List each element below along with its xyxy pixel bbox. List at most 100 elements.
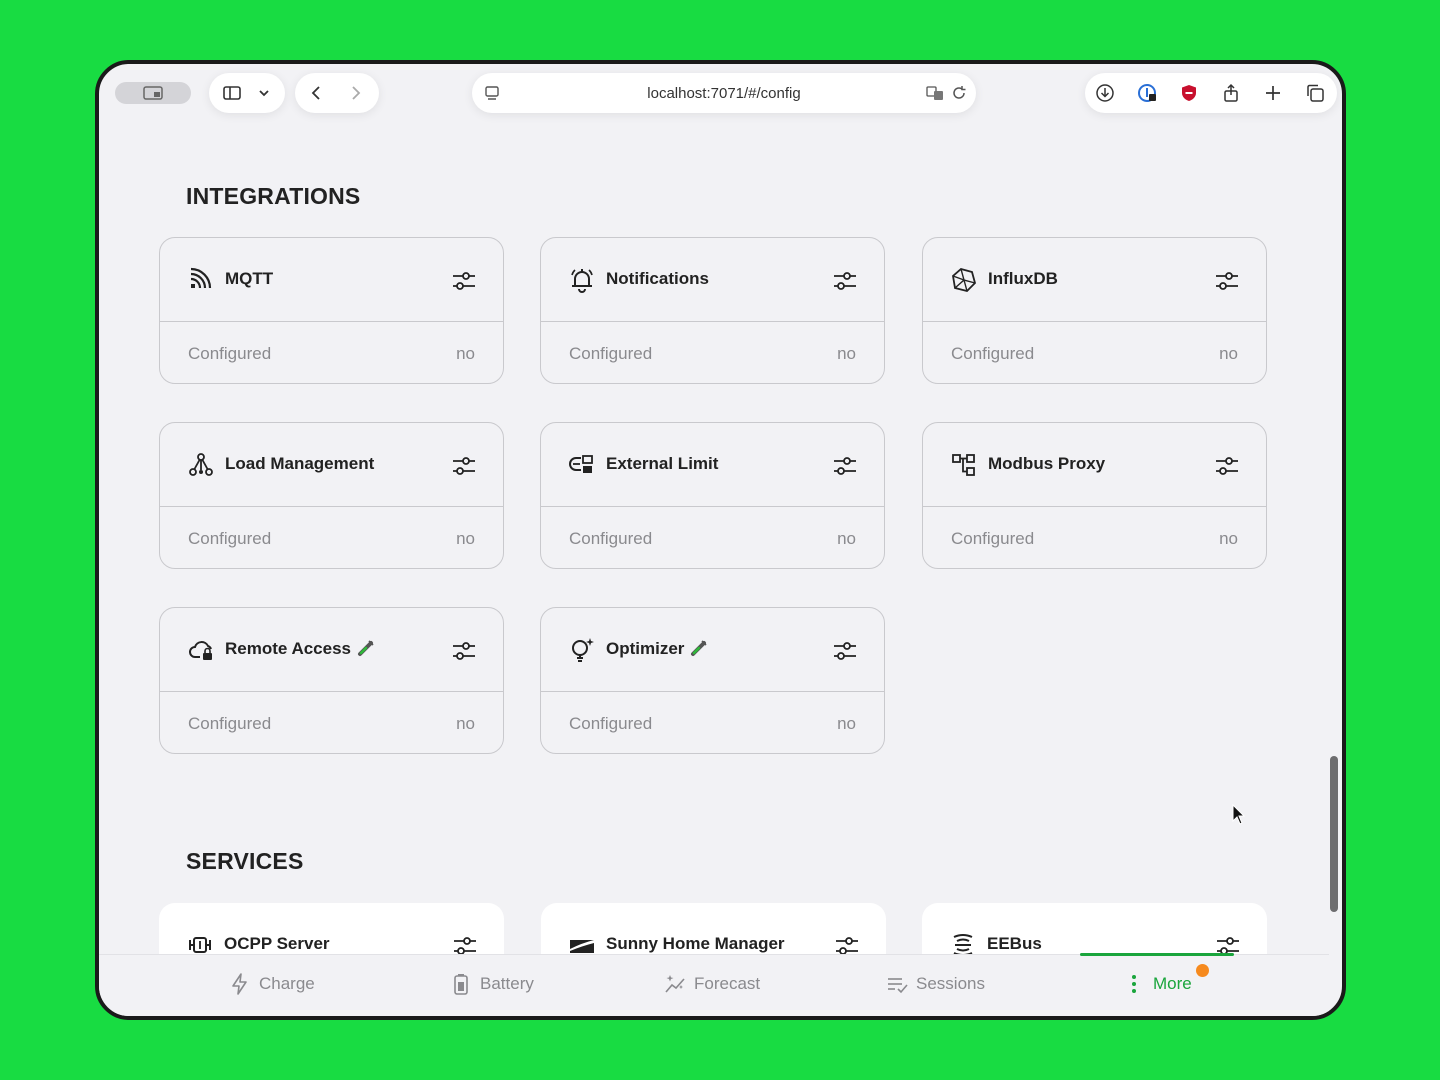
card-title: InfluxDB — [988, 269, 1058, 288]
configured-label: Configured — [569, 529, 653, 548]
integration-card-notifications[interactable]: Notifications Configured no — [540, 237, 885, 384]
card-title-text: Optimizer — [606, 639, 685, 658]
service-card-eebus[interactable]: EEBus — [922, 903, 1267, 958]
shield-icon[interactable] — [1178, 82, 1200, 104]
card-header: Remote Access — [160, 608, 503, 692]
settings-sliders-icon[interactable] — [1214, 453, 1240, 479]
nav-charge[interactable]: Charge — [229, 973, 315, 995]
card-header: Optimizer — [541, 608, 884, 692]
battery-icon — [454, 974, 468, 995]
integration-card-load-management[interactable]: Load Management Configured no — [159, 422, 504, 569]
configured-value: no — [1219, 529, 1238, 548]
nav-more[interactable]: More — [1123, 964, 1209, 995]
download-icon[interactable] — [1094, 82, 1116, 104]
profile-button[interactable] — [115, 82, 191, 104]
integration-card-modbus-proxy[interactable]: Modbus Proxy Configured no — [922, 422, 1267, 569]
notification-badge — [1196, 964, 1209, 977]
mqtt-icon — [188, 267, 214, 293]
history-nav-group — [295, 73, 379, 113]
settings-sliders-icon[interactable] — [451, 268, 477, 294]
load-management-icon — [188, 452, 214, 478]
experimental-flask-icon — [691, 640, 707, 656]
card-title-text: Remote Access — [225, 639, 351, 658]
modbus-proxy-icon — [951, 452, 977, 478]
service-card-sunny-home-manager[interactable]: Sunny Home Manager — [541, 903, 886, 958]
integration-card-influxdb[interactable]: InfluxDB Configured no — [922, 237, 1267, 384]
nav-label: Battery — [480, 974, 534, 993]
browser-actions — [1085, 73, 1337, 113]
settings-sliders-icon[interactable] — [451, 453, 477, 479]
address-bar[interactable]: localhost:7071/#/config — [472, 73, 976, 113]
settings-sliders-icon[interactable] — [832, 453, 858, 479]
card-title: External Limit — [606, 454, 719, 473]
card-header: Modbus Proxy — [923, 423, 1266, 507]
new-tab-icon[interactable] — [1262, 82, 1284, 104]
page-scrollbar[interactable] — [1330, 756, 1338, 912]
card-header: External Limit — [541, 423, 884, 507]
card-title: Load Management — [225, 454, 375, 473]
integration-card-external-limit[interactable]: External Limit Configured no — [540, 422, 885, 569]
password-manager-icon[interactable] — [1136, 82, 1158, 104]
integration-card-remote-access[interactable]: Remote Access Configured no — [159, 607, 504, 754]
mouse-cursor-icon — [1232, 804, 1246, 825]
card-header: InfluxDB — [923, 238, 1266, 322]
configured-label: Configured — [569, 344, 653, 363]
services-heading: SERVICES — [186, 848, 304, 874]
bottom-navigation: Charge Battery Forecast Sessions More — [99, 953, 1329, 1016]
configured-value: no — [456, 714, 475, 733]
configured-label: Configured — [188, 714, 272, 733]
forecast-icon — [665, 975, 685, 993]
more-icon — [1132, 975, 1136, 993]
tab-overview-icon[interactable] — [1304, 82, 1326, 104]
settings-sliders-icon[interactable] — [832, 268, 858, 294]
card-title: Notifications — [606, 269, 709, 288]
url-text[interactable]: localhost:7071/#/config — [472, 85, 976, 102]
config-page: INTEGRATIONS MQTT Configured no Notifica… — [99, 126, 1329, 958]
configured-label: Configured — [951, 344, 1035, 363]
card-title: Optimizer — [606, 639, 708, 659]
configured-value: no — [1219, 344, 1238, 363]
profile-icon — [143, 86, 163, 100]
integration-card-mqtt[interactable]: MQTT Configured no — [159, 237, 504, 384]
reload-icon[interactable] — [948, 82, 970, 104]
share-icon[interactable] — [1220, 82, 1242, 104]
bell-icon — [569, 267, 595, 293]
configured-label: Configured — [188, 529, 272, 548]
configured-label: Configured — [951, 529, 1035, 548]
back-icon[interactable] — [305, 82, 327, 104]
configured-value: no — [456, 529, 475, 548]
nav-battery[interactable]: Battery — [450, 973, 534, 995]
nav-label: More — [1153, 974, 1192, 993]
card-title: Sunny Home Manager — [606, 934, 785, 953]
card-header: EEBus — [922, 903, 1267, 958]
card-title: MQTT — [225, 269, 274, 288]
settings-sliders-icon[interactable] — [832, 638, 858, 664]
settings-sliders-icon[interactable] — [1214, 268, 1240, 294]
nav-forecast[interactable]: Forecast — [664, 973, 760, 995]
sidebar-toggle-group — [209, 73, 285, 113]
configured-value: no — [837, 714, 856, 733]
nav-sessions[interactable]: Sessions — [886, 973, 985, 995]
configured-value: no — [837, 344, 856, 363]
card-title: EEBus — [987, 934, 1042, 953]
influxdb-icon — [951, 267, 977, 293]
forward-icon[interactable] — [345, 82, 367, 104]
configured-label: Configured — [569, 714, 653, 733]
configured-value: no — [837, 529, 856, 548]
sidebar-icon[interactable] — [221, 82, 243, 104]
active-tab-indicator — [1080, 953, 1234, 956]
external-limit-icon — [569, 452, 595, 478]
browser-toolbar: localhost:7071/#/config — [99, 64, 1342, 126]
card-header: Load Management — [160, 423, 503, 507]
settings-sliders-icon[interactable] — [451, 638, 477, 664]
cloud-lock-icon — [188, 637, 214, 663]
nav-label: Sessions — [916, 974, 985, 993]
experimental-flask-icon — [358, 640, 374, 656]
browser-window: localhost:7071/#/config INTEGRATIONS MQT… — [95, 60, 1346, 1020]
card-header: Sunny Home Manager — [541, 903, 886, 958]
integration-card-optimizer[interactable]: Optimizer Configured no — [540, 607, 885, 754]
card-header: Notifications — [541, 238, 884, 322]
translate-icon[interactable] — [924, 82, 946, 104]
chevron-down-icon[interactable] — [253, 82, 275, 104]
service-card-ocpp-server[interactable]: OCPP Server — [159, 903, 504, 958]
